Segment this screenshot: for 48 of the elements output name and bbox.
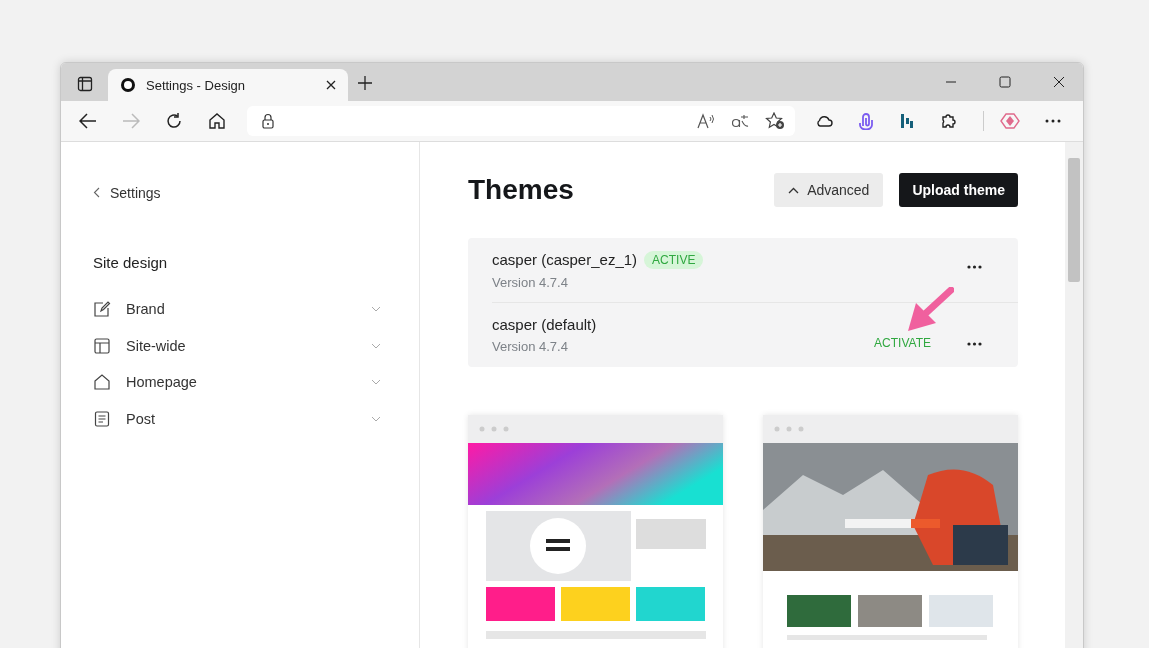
sidebar-item[interactable]: Site-wide — [93, 327, 381, 364]
close-icon[interactable] — [1053, 76, 1065, 88]
browser-tab[interactable]: Settings - Design — [108, 69, 348, 101]
sidebar-item[interactable]: Homepage — [93, 364, 381, 401]
page-title: Themes — [468, 174, 574, 206]
link-icon[interactable] — [858, 112, 874, 130]
cloud-icon[interactable] — [815, 114, 833, 128]
scrollbar-thumb[interactable] — [1068, 158, 1080, 282]
back-link[interactable]: Settings — [93, 184, 161, 201]
tab-actions-icon[interactable] — [77, 76, 93, 92]
section-title: Site design — [93, 254, 169, 271]
item-icon — [93, 373, 111, 392]
maximize-icon[interactable] — [999, 76, 1011, 88]
back-icon[interactable] — [79, 113, 97, 129]
bars-icon[interactable] — [899, 112, 915, 130]
diamond-icon[interactable] — [1000, 113, 1020, 129]
new-tab-icon[interactable] — [358, 76, 372, 90]
upload-theme-button[interactable]: Upload theme — [899, 173, 1018, 207]
chevron-down-icon — [371, 306, 381, 313]
lock-icon — [261, 113, 275, 129]
refresh-icon[interactable] — [165, 112, 183, 130]
chevron-down-icon — [371, 415, 381, 422]
read-aloud-icon[interactable] — [697, 113, 715, 129]
annotation-arrow — [906, 287, 954, 333]
more-icon[interactable] — [967, 342, 982, 346]
more-icon[interactable] — [1045, 119, 1061, 123]
item-icon — [93, 336, 111, 355]
close-icon[interactable] — [326, 80, 336, 90]
sidebar-item[interactable]: Brand — [93, 291, 381, 328]
chevron-left-icon — [93, 187, 100, 198]
chevron-down-icon — [371, 379, 381, 386]
more-icon[interactable] — [967, 265, 982, 269]
extensions-icon[interactable] — [940, 112, 958, 130]
chevron-down-icon — [371, 342, 381, 349]
active-badge: ACTIVE — [644, 250, 704, 269]
sidebar-item[interactable]: Post — [93, 400, 381, 437]
favicon-icon — [120, 77, 136, 93]
theme-version: Version 4.7.4 — [492, 339, 569, 354]
caret-icon — [788, 186, 800, 194]
advanced-button[interactable]: Advanced — [774, 173, 884, 207]
item-icon — [93, 300, 111, 319]
theme-name: casper (casper_ez_1) — [492, 251, 638, 268]
theme-version: Version 4.7.4 — [492, 274, 569, 290]
favorites-icon[interactable] — [765, 112, 785, 130]
translate-icon[interactable] — [731, 113, 749, 129]
theme-name: casper (default) — [492, 316, 597, 333]
item-icon — [93, 409, 111, 428]
home-icon[interactable] — [208, 112, 226, 130]
